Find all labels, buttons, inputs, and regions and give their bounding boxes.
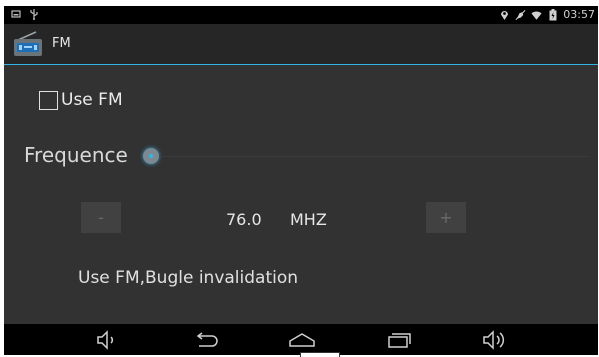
recent-apps-icon[interactable] [384, 328, 414, 352]
notification-icon [10, 8, 21, 19]
action-bar: FM [4, 24, 598, 65]
decrease-frequency-button[interactable]: - [81, 202, 121, 233]
frequence-label: Frequence [24, 143, 128, 167]
fm-note: Use FM,Bugle invalidation [78, 268, 299, 288]
volume-up-icon[interactable] [480, 328, 510, 352]
usb-icon [28, 8, 39, 20]
volume-down-icon[interactable] [92, 328, 122, 352]
location-icon [499, 10, 510, 21]
frequence-slider-thumb[interactable] [143, 148, 159, 164]
use-fm-checkbox-row[interactable]: Use FM [39, 90, 123, 110]
minus-label: - [98, 208, 104, 227]
use-fm-label: Use FM [61, 90, 123, 110]
fm-settings: Use FM Frequence - 76.0 MHZ + Use FM,Bug… [4, 65, 598, 324]
home-icon[interactable] [287, 328, 317, 352]
radio-icon[interactable] [13, 31, 43, 57]
wifi-icon [531, 10, 542, 21]
use-fm-checkbox[interactable] [39, 90, 58, 110]
device-screen: 03:57 FM Use FM Frequence - 76.0 MHZ + U… [4, 6, 598, 355]
app-title: FM [52, 36, 71, 51]
increase-frequency-button[interactable]: + [426, 202, 466, 233]
battery-icon [547, 9, 558, 21]
clock: 03:57 [563, 8, 595, 21]
bottom-tab-marker [300, 352, 340, 357]
back-icon[interactable] [191, 328, 221, 352]
mute-icon [515, 10, 526, 21]
navigation-bar [4, 324, 598, 355]
plus-label: + [439, 208, 453, 227]
frequence-slider-track[interactable] [159, 156, 589, 157]
status-bar: 03:57 [4, 6, 598, 24]
frequency-unit: MHZ [290, 210, 327, 229]
frequency-value: 76.0 [226, 210, 262, 229]
